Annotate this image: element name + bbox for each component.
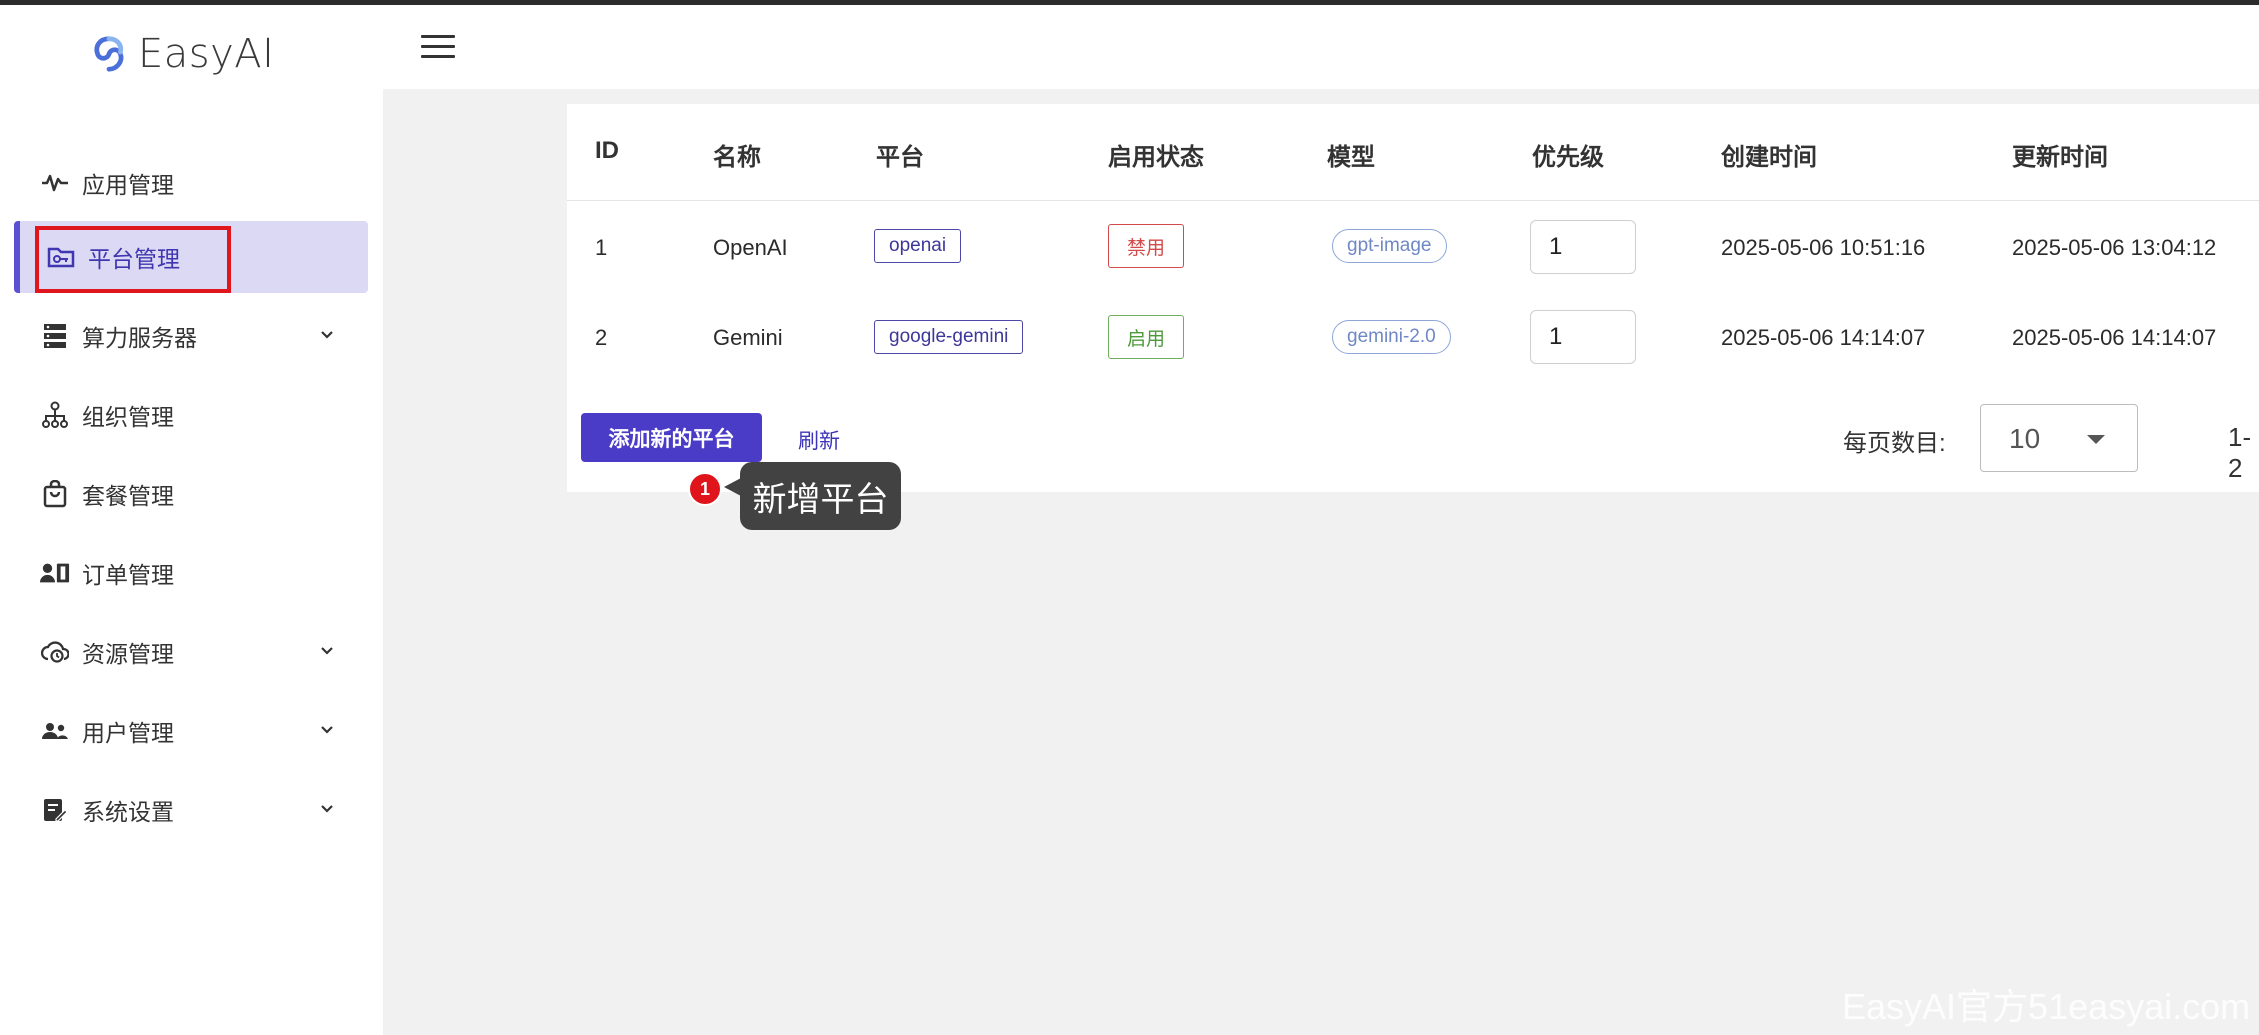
header-divider	[567, 200, 2259, 201]
row-2-id: 2	[595, 325, 608, 350]
sidebar-item-label: 算力服务器	[82, 325, 197, 351]
chevron-down-icon	[321, 647, 333, 655]
column-header-created[interactable]: 创建时间	[1721, 137, 1817, 172]
column-header-model[interactable]: 模型	[1327, 137, 1375, 172]
org-tree-icon	[40, 400, 70, 430]
watermark: EasyAI官方51easyai.com	[1842, 986, 2251, 1027]
row-1-created: 2025-05-06 10:51:16	[1721, 235, 1926, 260]
row-2-updated: 2025-05-06 14:14:07	[2012, 325, 2217, 350]
pagination-range: 1-2	[2228, 422, 2252, 483]
menu-toggle-icon[interactable]	[421, 35, 455, 63]
tooltip-arrow	[724, 478, 741, 496]
row-1-updated: 2025-05-06 13:04:12	[2012, 235, 2217, 260]
app-name: EasyAI	[138, 31, 275, 77]
column-header-updated[interactable]: 更新时间	[2012, 137, 2108, 172]
logo[interactable]: EasyAI	[90, 31, 274, 77]
sidebar-item-label: 资源管理	[82, 641, 174, 667]
column-header-status[interactable]: 启用状态	[1108, 137, 1204, 172]
sidebar-item-orders[interactable]: 订单管理	[14, 537, 368, 609]
sidebar-item-system-settings[interactable]: 系统设置	[14, 774, 368, 846]
add-platform-tooltip: 新增平台	[740, 462, 901, 530]
sidebar-item-label: 用户管理	[82, 720, 174, 746]
row-2-priority-input[interactable]: 1	[1530, 310, 1636, 364]
active-item-highlight-box	[35, 226, 231, 293]
row-2-created: 2025-05-06 14:14:07	[1721, 325, 1926, 350]
cloud-clock-icon	[40, 637, 70, 667]
sidebar-item-organization[interactable]: 组织管理	[14, 379, 368, 451]
refresh-button[interactable]: 刷新	[798, 425, 840, 455]
sidebar-item-label: 订单管理	[82, 562, 174, 588]
row-1-priority-input[interactable]: 1	[1530, 220, 1636, 274]
chevron-down-icon	[321, 805, 333, 813]
sidebar-item-label: 系统设置	[82, 799, 174, 825]
easyai-logo-icon	[94, 36, 124, 72]
sidebar-item-resources[interactable]: 资源管理	[14, 616, 368, 688]
top-header	[383, 5, 2259, 89]
sidebar-item-users[interactable]: 用户管理	[14, 695, 368, 767]
sidebar: EasyAI 应用管理 平台管理 算力服务器 组织管理 套餐管理 订单管理 资源…	[0, 5, 383, 1035]
chevron-down-icon	[321, 726, 333, 734]
row-2-model-chip: gemini-2.0	[1332, 320, 1451, 354]
column-header-platform[interactable]: 平台	[876, 137, 924, 172]
sidebar-item-app-management[interactable]: 应用管理	[14, 147, 368, 219]
sidebar-item-label: 套餐管理	[82, 483, 174, 509]
row-2-name: Gemini	[713, 325, 783, 350]
caret-down-icon	[2087, 435, 2105, 444]
column-header-name[interactable]: 名称	[713, 137, 761, 172]
step-badge: 1	[688, 472, 722, 506]
row-2-platform-chip: google-gemini	[874, 320, 1024, 354]
settings-doc-icon	[40, 795, 70, 825]
sidebar-item-packages[interactable]: 套餐管理	[14, 458, 368, 530]
server-icon	[40, 321, 70, 351]
row-1-name: OpenAI	[713, 235, 788, 260]
row-1-id: 1	[595, 235, 608, 260]
users-icon	[40, 716, 70, 746]
row-1-status-badge[interactable]: 禁用	[1108, 224, 1185, 268]
shopping-bag-icon	[40, 479, 70, 509]
row-1-platform-chip: openai	[874, 229, 962, 263]
sidebar-item-label: 应用管理	[82, 172, 174, 198]
order-badge-icon	[40, 558, 70, 588]
row-2-status-badge[interactable]: 启用	[1108, 315, 1185, 359]
activity-icon	[40, 168, 70, 198]
add-platform-button[interactable]: 添加新的平台	[581, 413, 762, 462]
column-header-id[interactable]: ID	[595, 137, 619, 165]
sidebar-item-compute-servers[interactable]: 算力服务器	[14, 300, 368, 372]
column-header-priority[interactable]: 优先级	[1532, 137, 1604, 172]
chevron-down-icon	[321, 331, 333, 339]
per-page-value: 10	[2009, 423, 2041, 454]
sidebar-item-label: 组织管理	[82, 404, 174, 430]
per-page-label: 每页数目:	[1843, 430, 1946, 457]
per-page-select[interactable]: 10	[1980, 404, 2138, 472]
row-1-model-chip: gpt-image	[1332, 229, 1447, 263]
